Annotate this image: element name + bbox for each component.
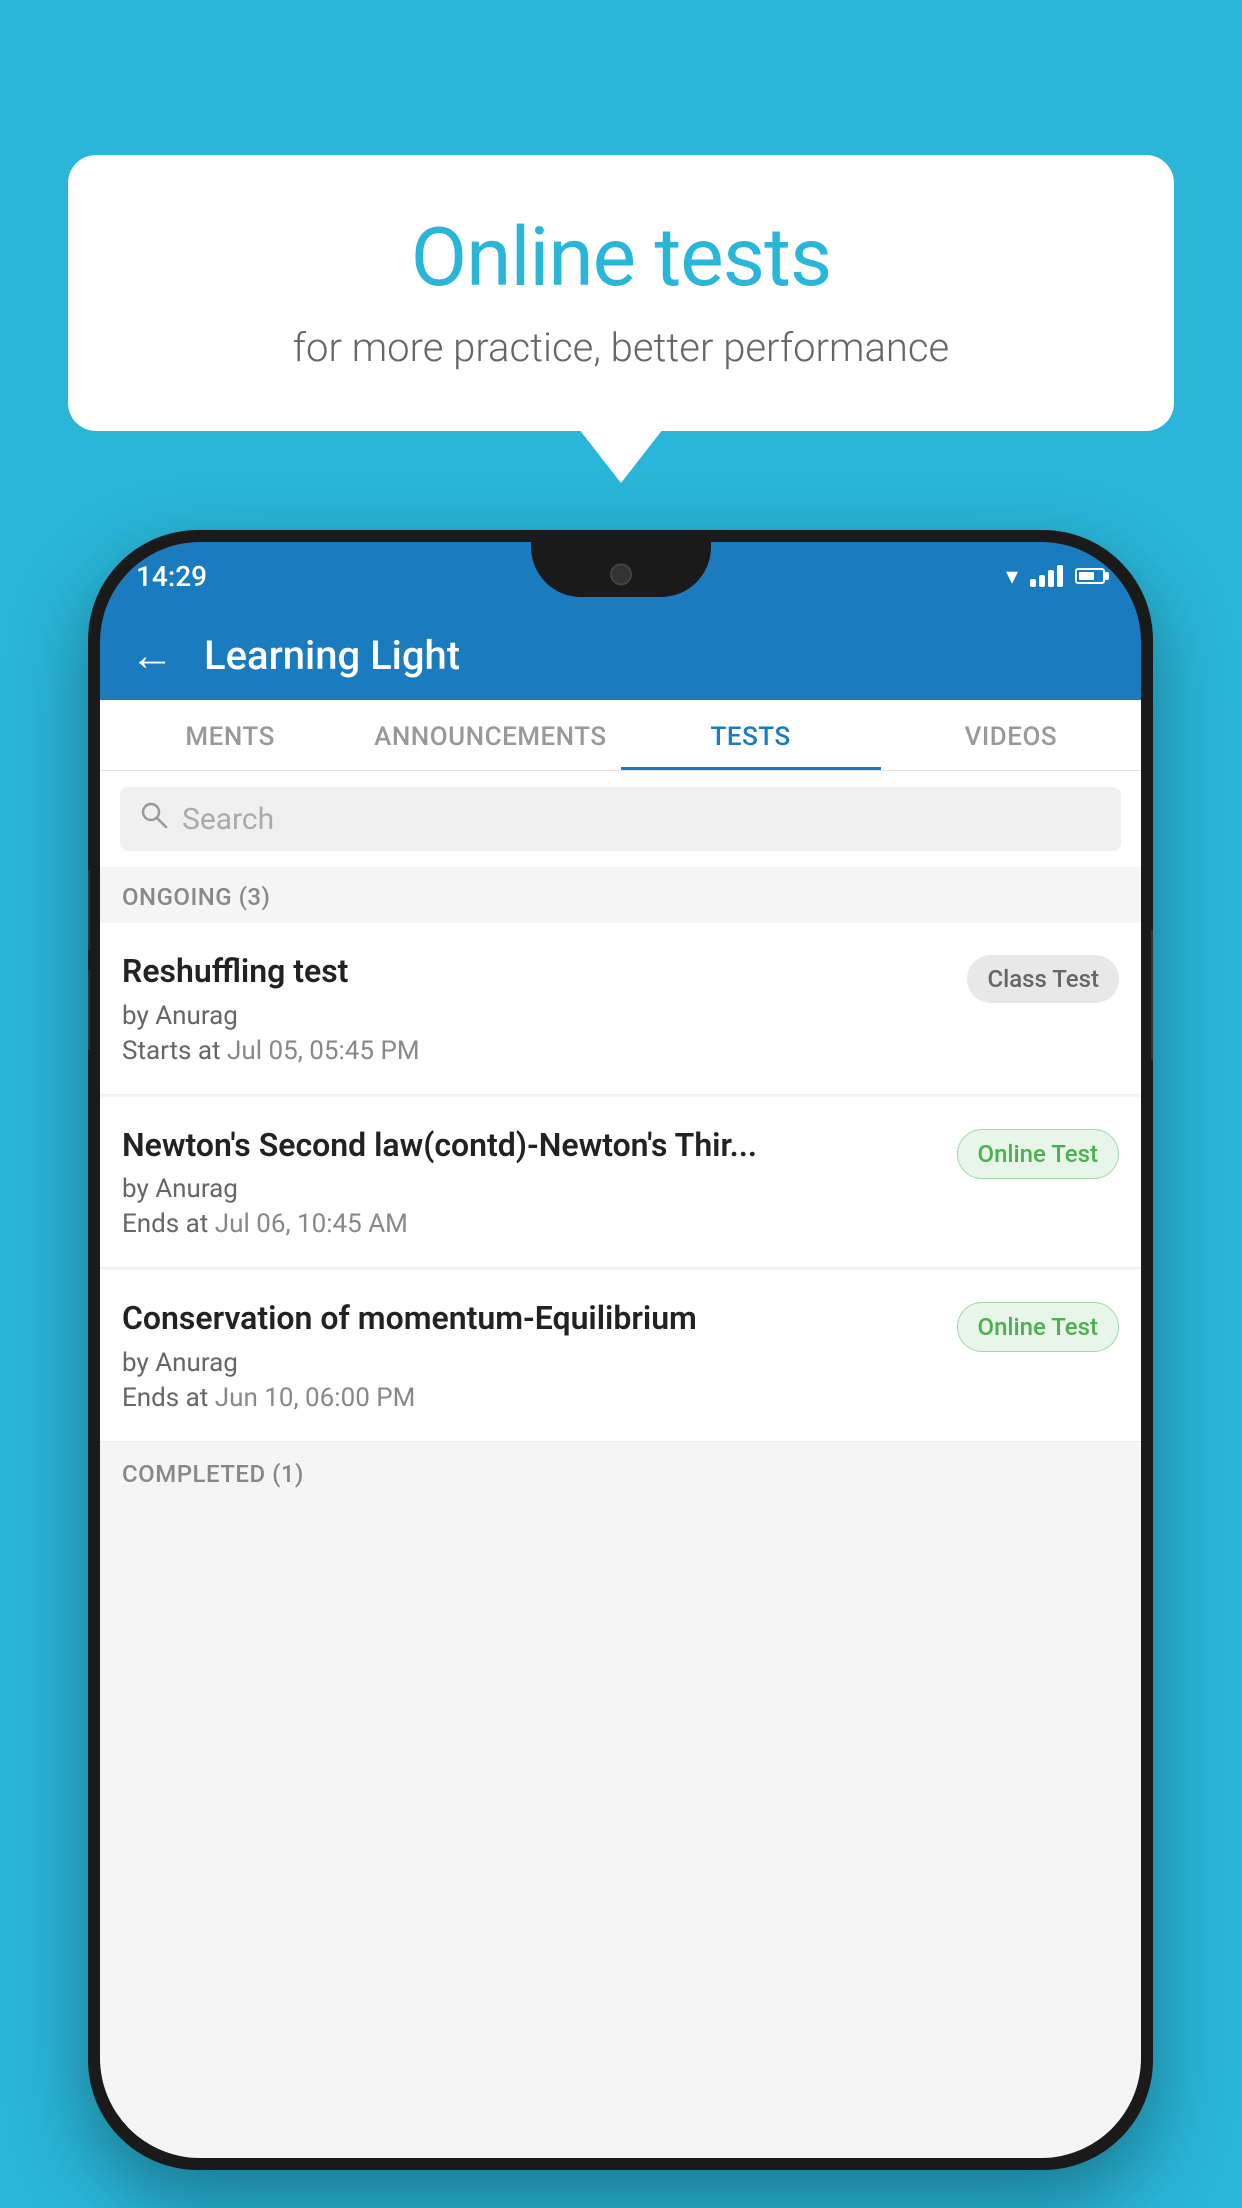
test-name-newtons: Newton's Second law(contd)-Newton's Thir… bbox=[122, 1125, 941, 1167]
battery-icon bbox=[1075, 568, 1105, 584]
section-ongoing: ONGOING (3) bbox=[100, 867, 1141, 923]
app-title: Learning Light bbox=[204, 632, 460, 679]
tab-bar: MENTS ANNOUNCEMENTS TESTS VIDEOS bbox=[100, 700, 1141, 771]
test-card-conservation[interactable]: Conservation of momentum-Equilibrium by … bbox=[100, 1270, 1141, 1442]
side-button-power bbox=[1151, 930, 1153, 1060]
test-author-reshuffling: by Anurag bbox=[122, 1001, 951, 1031]
test-info-conservation: Conservation of momentum-Equilibrium by … bbox=[122, 1298, 941, 1413]
front-camera bbox=[610, 563, 632, 585]
phone-frame: 14:29 ▾ ← bbox=[88, 530, 1153, 2170]
badge-class-test-reshuffling: Class Test bbox=[967, 955, 1119, 1003]
test-info-reshuffling: Reshuffling test by Anurag Starts at Jul… bbox=[122, 951, 951, 1066]
test-time-reshuffling: Starts at Jul 05, 05:45 PM bbox=[122, 1036, 951, 1066]
test-info-newtons: Newton's Second law(contd)-Newton's Thir… bbox=[122, 1125, 941, 1240]
wifi-icon: ▾ bbox=[1006, 562, 1018, 590]
side-button-volume-up bbox=[88, 870, 90, 950]
search-bar: Search bbox=[100, 771, 1141, 867]
test-author-conservation: by Anurag bbox=[122, 1348, 941, 1378]
test-name-conservation: Conservation of momentum-Equilibrium bbox=[122, 1298, 941, 1340]
status-time: 14:29 bbox=[136, 560, 207, 593]
section-completed: COMPLETED (1) bbox=[100, 1444, 1141, 1500]
tab-ments[interactable]: MENTS bbox=[100, 700, 360, 770]
test-card-reshuffling[interactable]: Reshuffling test by Anurag Starts at Jul… bbox=[100, 923, 1141, 1095]
phone-screen: 14:29 ▾ ← bbox=[100, 542, 1141, 2158]
tab-tests[interactable]: TESTS bbox=[621, 700, 881, 770]
test-name-reshuffling: Reshuffling test bbox=[122, 951, 951, 993]
speech-bubble: Online tests for more practice, better p… bbox=[68, 155, 1174, 431]
test-author-newtons: by Anurag bbox=[122, 1174, 941, 1204]
tab-videos[interactable]: VIDEOS bbox=[881, 700, 1141, 770]
screen-content: Search ONGOING (3) Reshuffling test by A… bbox=[100, 771, 1141, 2158]
bubble-subtitle: for more practice, better performance bbox=[108, 324, 1134, 371]
test-card-newtons[interactable]: Newton's Second law(contd)-Newton's Thir… bbox=[100, 1097, 1141, 1269]
badge-online-test-newtons: Online Test bbox=[957, 1129, 1119, 1179]
test-time-newtons: Ends at Jul 06, 10:45 AM bbox=[122, 1209, 941, 1239]
tab-announcements[interactable]: ANNOUNCEMENTS bbox=[360, 700, 620, 770]
badge-online-test-conservation: Online Test bbox=[957, 1302, 1119, 1352]
search-input-wrapper[interactable]: Search bbox=[120, 787, 1121, 851]
status-icons: ▾ bbox=[1006, 562, 1105, 590]
notch bbox=[531, 542, 711, 597]
app-header: ← Learning Light bbox=[100, 610, 1141, 700]
back-button[interactable]: ← bbox=[130, 629, 174, 681]
bubble-title: Online tests bbox=[108, 210, 1134, 306]
test-time-conservation: Ends at Jun 10, 06:00 PM bbox=[122, 1383, 941, 1413]
signal-icon bbox=[1030, 565, 1063, 587]
search-icon bbox=[140, 801, 168, 837]
search-placeholder: Search bbox=[182, 802, 274, 837]
side-button-volume-down bbox=[88, 970, 90, 1050]
status-bar: 14:29 ▾ bbox=[100, 542, 1141, 610]
